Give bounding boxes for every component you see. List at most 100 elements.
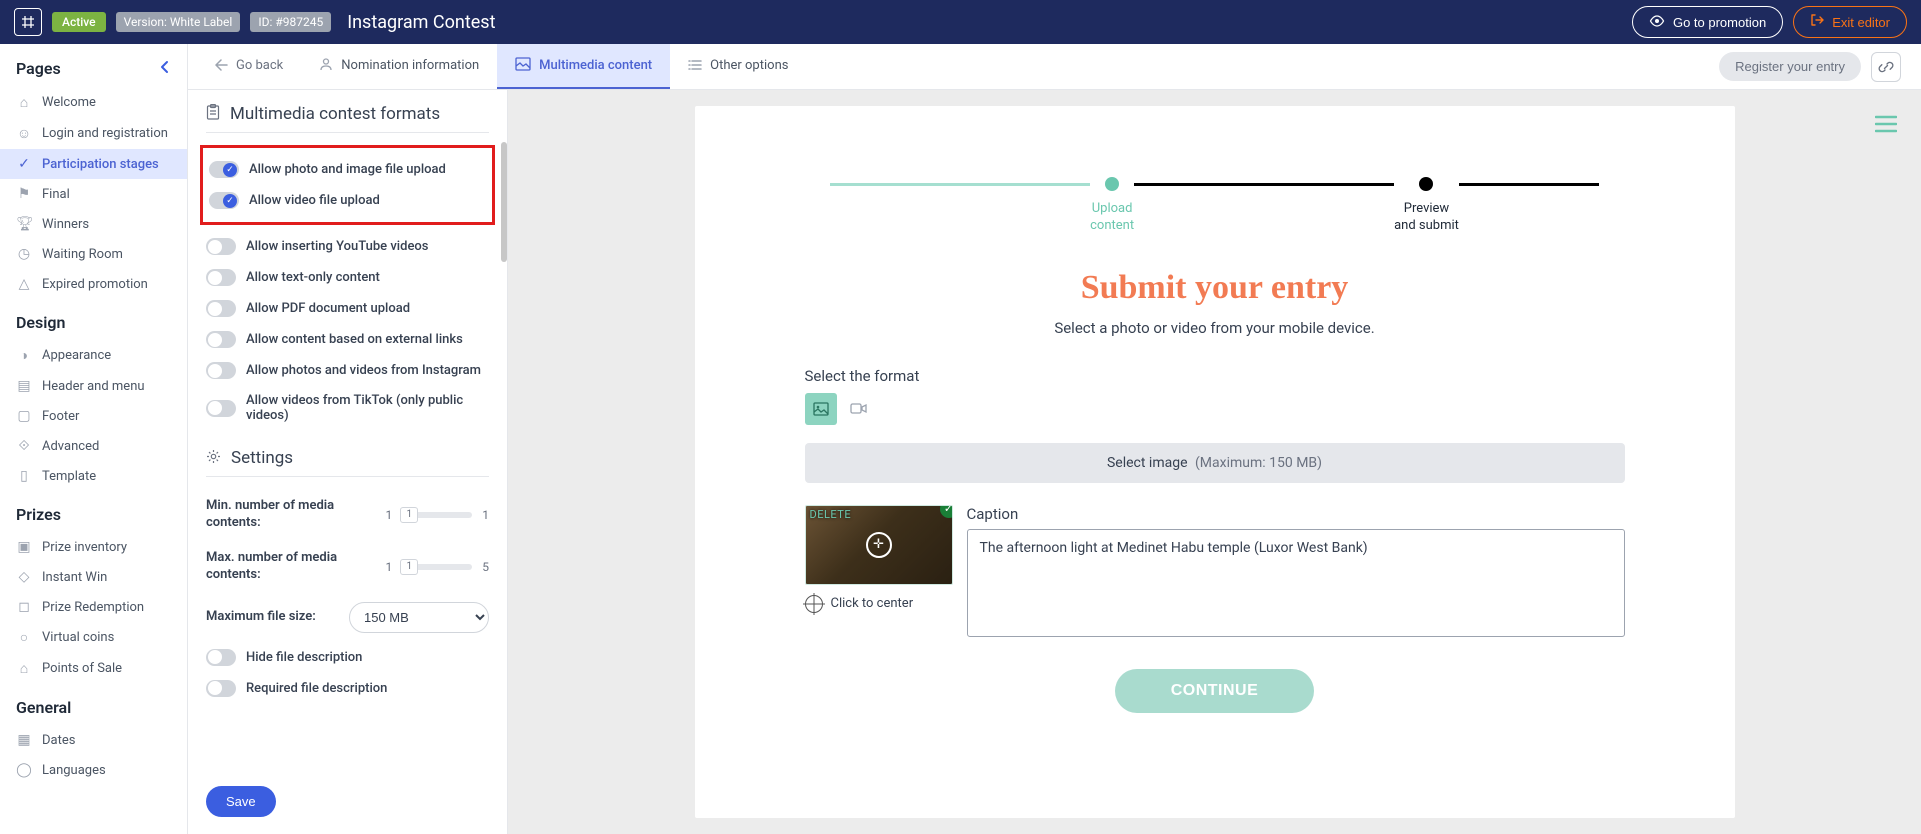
toggle-switch[interactable]: ✓ xyxy=(209,161,239,178)
clipboard-icon xyxy=(206,104,220,124)
stepper: Uploadcontent Previewand submit xyxy=(805,176,1625,235)
format-photo-button[interactable] xyxy=(805,393,837,425)
video-icon xyxy=(850,402,867,415)
toggle-hide-desc: Hide file description xyxy=(206,642,489,673)
image-icon xyxy=(813,402,829,416)
sidebar-item-advanced[interactable]: ⟐Advanced xyxy=(0,431,187,461)
toggle-switch[interactable] xyxy=(206,331,236,348)
register-entry-button[interactable]: Register your entry xyxy=(1719,52,1861,81)
exit-label: Exit editor xyxy=(1832,15,1890,30)
sidebar-item-label: Appearance xyxy=(42,348,111,363)
slider-max: 1 xyxy=(482,508,489,522)
tab-label: Nomination information xyxy=(341,58,479,73)
sidebar-group-pages: Pages xyxy=(0,44,187,87)
sidebar-item-expired[interactable]: △Expired promotion xyxy=(0,269,187,299)
caption-input[interactable] xyxy=(967,529,1625,637)
toggle-photo-upload: ✓ Allow photo and image file upload xyxy=(203,154,492,185)
sidebar-item-label: Virtual coins xyxy=(42,630,114,645)
setting-max-size: Maximum file size: 150 MB xyxy=(206,593,489,642)
format-video-button[interactable] xyxy=(843,393,875,425)
page-title: Instagram Contest xyxy=(347,12,495,33)
settings-panel: Multimedia contest formats ✓ Allow photo… xyxy=(188,90,508,834)
save-button[interactable]: Save xyxy=(206,786,276,817)
sidebar-item-welcome[interactable]: ⌂Welcome xyxy=(0,87,187,118)
toggle-switch[interactable]: ✓ xyxy=(209,192,239,209)
sidebar-item-participation[interactable]: ✓Participation stages xyxy=(0,149,187,179)
layout-icon: ▤ xyxy=(16,378,32,394)
tab-label: Other options xyxy=(710,58,788,73)
goto-promotion-button[interactable]: Go to promotion xyxy=(1632,6,1783,38)
sidebar-item-pos[interactable]: ⌂Points of Sale xyxy=(0,653,187,684)
sidebar-item-label: Waiting Room xyxy=(42,247,123,262)
highlighted-toggles: ✓ Allow photo and image file upload ✓ Al… xyxy=(200,145,495,225)
slider-min: 1 xyxy=(386,508,393,522)
click-to-center-button[interactable]: Click to center xyxy=(805,595,953,613)
select-image-button[interactable]: Select image (Maximum: 150 MB) xyxy=(805,443,1625,483)
preview-subtitle: Select a photo or video from your mobile… xyxy=(805,319,1625,337)
sidebar-group-general: General xyxy=(0,684,187,725)
sidebar-item-winners[interactable]: 🏆︎Winners xyxy=(0,209,187,239)
delete-media-button[interactable]: DELETE xyxy=(810,508,852,521)
toggle-label: Required file description xyxy=(246,681,387,696)
toggle-label: Allow inserting YouTube videos xyxy=(246,239,428,254)
continue-button[interactable]: CONTINUE xyxy=(1115,669,1315,713)
id-badge: ID: #987245 xyxy=(250,12,331,32)
sidebar-item-dates[interactable]: ▦Dates xyxy=(0,725,187,755)
max-size-select[interactable]: 150 MB xyxy=(349,602,489,633)
toggle-switch[interactable] xyxy=(206,680,236,697)
tab-other[interactable]: Other options xyxy=(670,44,806,89)
tab-nomination[interactable]: Nomination information xyxy=(301,44,497,89)
sidebar-item-login[interactable]: ☺Login and registration xyxy=(0,118,187,149)
person-icon xyxy=(319,57,333,75)
preview-title: Submit your entry xyxy=(805,269,1625,307)
sidebar-group-design: Design xyxy=(0,299,187,340)
logo-button[interactable] xyxy=(14,8,42,36)
toggle-label: Hide file description xyxy=(246,650,362,665)
bolt-icon: ◇ xyxy=(16,569,32,585)
slider-max: 5 xyxy=(482,560,489,574)
toggle-text-only: Allow text-only content xyxy=(206,262,489,293)
sidebar-item-appearance[interactable]: ◑Appearance xyxy=(0,340,187,371)
toggle-switch[interactable] xyxy=(206,238,236,255)
flag-icon: ⚑ xyxy=(16,186,32,202)
caption-label: Caption xyxy=(967,505,1625,523)
exit-editor-button[interactable]: Exit editor xyxy=(1793,6,1907,38)
toggle-switch[interactable] xyxy=(206,400,236,417)
toggle-pdf: Allow PDF document upload xyxy=(206,293,489,324)
sidebar-item-instant-win[interactable]: ◇Instant Win xyxy=(0,562,187,592)
toggle-label: Allow photos and videos from Instagram xyxy=(246,363,481,378)
sidebar-item-final[interactable]: ⚑Final xyxy=(0,179,187,209)
sidebar-item-redemption[interactable]: ◻Prize Redemption xyxy=(0,592,187,622)
sidebar-item-waiting[interactable]: ◷Waiting Room xyxy=(0,239,187,269)
sidebar-item-label: Template xyxy=(42,469,96,484)
sidebar-item-header[interactable]: ▤Header and menu xyxy=(0,371,187,401)
slider-handle[interactable]: 1 xyxy=(400,507,418,523)
toggle-switch[interactable] xyxy=(206,300,236,317)
sidebar-item-footer[interactable]: ▢Footer xyxy=(0,401,187,431)
toggle-switch[interactable] xyxy=(206,649,236,666)
active-badge: Active xyxy=(52,12,106,32)
sidebar-item-virtual-coins[interactable]: ○Virtual coins xyxy=(0,622,187,653)
goto-label: Go to promotion xyxy=(1673,15,1766,30)
media-thumbnail[interactable]: DELETE ✓ ✛ xyxy=(805,505,953,585)
permalink-button[interactable] xyxy=(1871,52,1901,82)
sidebar-item-label: Prize Redemption xyxy=(42,600,144,615)
slider[interactable]: 1 xyxy=(402,512,472,518)
version-badge: Version: White Label xyxy=(116,12,241,32)
crosshair-icon xyxy=(805,595,823,613)
scrollbar[interactable] xyxy=(501,142,507,262)
toggle-label: Allow text-only content xyxy=(246,270,380,285)
preview-hamburger-button[interactable] xyxy=(1875,110,1897,140)
slider-handle[interactable]: 1 xyxy=(400,559,418,575)
sidebar-item-languages[interactable]: ◯Languages xyxy=(0,755,187,785)
slider-min: 1 xyxy=(386,560,393,574)
tab-multimedia[interactable]: Multimedia content xyxy=(497,44,670,89)
collapse-sidebar-button[interactable] xyxy=(159,58,171,79)
sidebar-item-template[interactable]: ▯Template xyxy=(0,461,187,491)
slider[interactable]: 1 xyxy=(402,564,472,570)
sidebar-item-prize-inventory[interactable]: ▣Prize inventory xyxy=(0,532,187,562)
toggle-switch[interactable] xyxy=(206,269,236,286)
calendar-icon: ▦ xyxy=(16,732,32,748)
go-back-tab[interactable]: Go back xyxy=(196,44,301,89)
toggle-switch[interactable] xyxy=(206,362,236,379)
